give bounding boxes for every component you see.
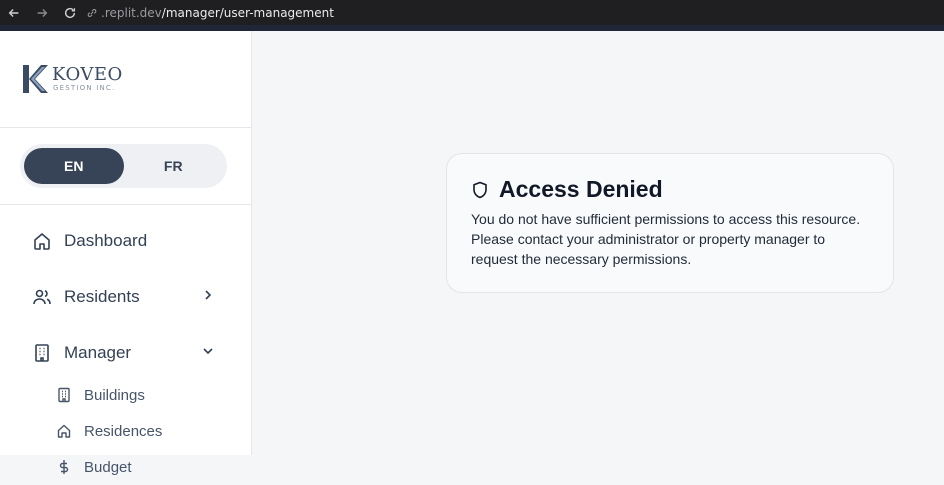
sidebar-subitem-label: Buildings bbox=[84, 386, 145, 404]
sidebar-subitem-residences[interactable]: Residences bbox=[0, 413, 251, 449]
sidebar-subitem-label: Budget bbox=[84, 458, 132, 476]
chevron-right-icon bbox=[201, 288, 215, 307]
building-icon bbox=[32, 343, 52, 363]
sidebar-item-manager[interactable]: Manager bbox=[0, 331, 251, 375]
home-icon bbox=[56, 423, 72, 439]
sidebar-subitem-budget[interactable]: Budget bbox=[0, 449, 251, 485]
language-toggle: EN FR bbox=[20, 144, 227, 188]
reload-button[interactable] bbox=[56, 0, 84, 25]
sidebar-item-label: Dashboard bbox=[64, 231, 148, 250]
lang-en-button[interactable]: EN bbox=[24, 148, 124, 184]
logo-name: KOVEO bbox=[52, 64, 123, 85]
browser-toolbar: .replit.dev/manager/user-management bbox=[0, 0, 944, 25]
link-icon bbox=[87, 8, 97, 17]
url-domain: .replit.dev bbox=[101, 5, 162, 20]
back-button[interactable] bbox=[0, 0, 28, 25]
home-icon bbox=[32, 231, 52, 251]
lang-fr-button[interactable]: FR bbox=[124, 148, 224, 184]
sidebar-nav: Dashboard Residents Manager Buildings Re… bbox=[0, 205, 251, 485]
sidebar-item-dashboard[interactable]: Dashboard bbox=[0, 219, 251, 263]
sidebar-subitem-label: Residences bbox=[84, 422, 163, 440]
language-section: EN FR bbox=[0, 128, 251, 205]
shield-icon bbox=[473, 181, 487, 198]
access-denied-message: You do not have sufficient permissions t… bbox=[471, 211, 861, 267]
url-path: /manager/user-management bbox=[161, 5, 334, 20]
sidebar-item-label: Manager bbox=[64, 343, 132, 362]
arrow-left-icon bbox=[8, 8, 19, 17]
page-title: Access Denied bbox=[499, 176, 663, 202]
building-icon bbox=[56, 387, 72, 403]
logo-subtitle: GESTION INC. bbox=[53, 84, 116, 92]
sidebar: KOVEO GESTION INC. EN FR Dashboard Resid… bbox=[0, 31, 252, 476]
arrow-right-icon bbox=[37, 8, 48, 17]
dollar-icon bbox=[56, 459, 72, 475]
sidebar-item-residents[interactable]: Residents bbox=[0, 275, 251, 319]
chevron-down-icon bbox=[201, 344, 215, 363]
sidebar-item-label: Residents bbox=[64, 287, 140, 306]
forward-button[interactable] bbox=[28, 0, 56, 25]
sidebar-subitem-buildings[interactable]: Buildings bbox=[0, 377, 251, 413]
logo[interactable]: KOVEO GESTION INC. bbox=[0, 31, 251, 128]
koveo-logo-icon bbox=[23, 65, 48, 93]
reload-icon bbox=[64, 7, 76, 18]
address-bar[interactable]: .replit.dev/manager/user-management bbox=[86, 6, 334, 20]
users-icon bbox=[32, 287, 52, 307]
access-denied-card: Access Denied You do not have sufficient… bbox=[446, 153, 894, 293]
